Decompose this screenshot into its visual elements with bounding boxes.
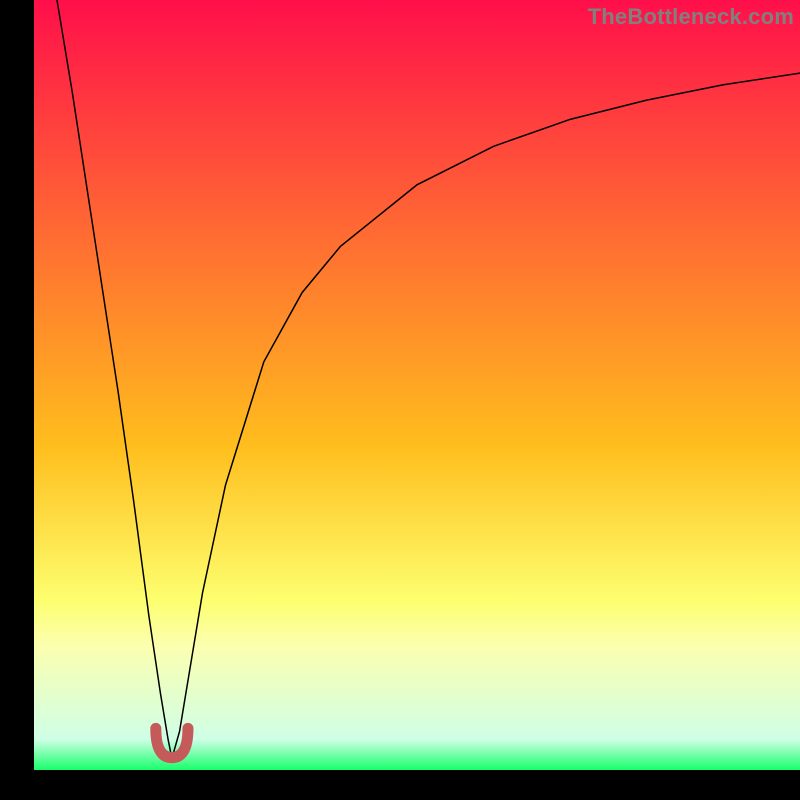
minimum-marker-u — [156, 728, 188, 757]
curve-right-branch — [172, 73, 800, 758]
watermark-text: TheBottleneck.com — [588, 4, 794, 30]
chart-frame: TheBottleneck.com — [0, 0, 800, 800]
plot-area — [34, 0, 800, 770]
chart-svg — [34, 0, 800, 770]
curve-left-branch — [57, 0, 172, 758]
